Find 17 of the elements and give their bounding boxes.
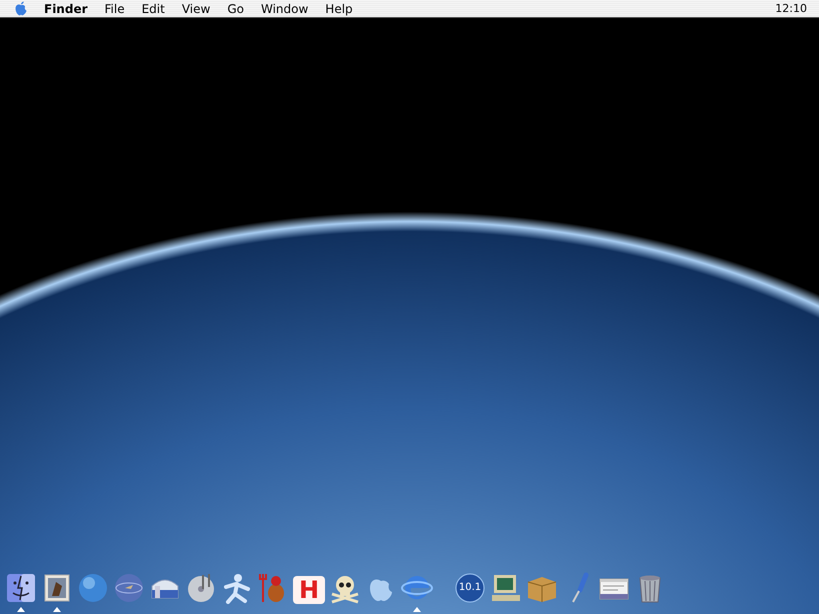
menu-item[interactable]: Finder <box>44 2 88 16</box>
menu-item[interactable]: File <box>104 2 125 16</box>
orb-icon[interactable] <box>113 572 145 604</box>
dock-letter[interactable]: H <box>292 576 326 604</box>
disc-icon[interactable] <box>454 572 486 604</box>
cd-icon[interactable] <box>185 572 217 604</box>
dock-version-label: 10.1 <box>458 581 482 595</box>
menu-item[interactable]: Window <box>260 2 308 16</box>
menu-clock[interactable]: 12:10 <box>775 2 807 15</box>
person-icon[interactable] <box>221 572 253 604</box>
computer-icon[interactable] <box>490 572 522 604</box>
finder-icon[interactable] <box>5 572 37 604</box>
menu-item[interactable]: Edit <box>142 2 165 16</box>
menu-item[interactable]: Help <box>325 2 353 16</box>
menu-item[interactable]: Go <box>227 2 244 16</box>
menu-item[interactable]: View <box>182 2 210 16</box>
apple-menu-icon[interactable] <box>14 1 28 16</box>
